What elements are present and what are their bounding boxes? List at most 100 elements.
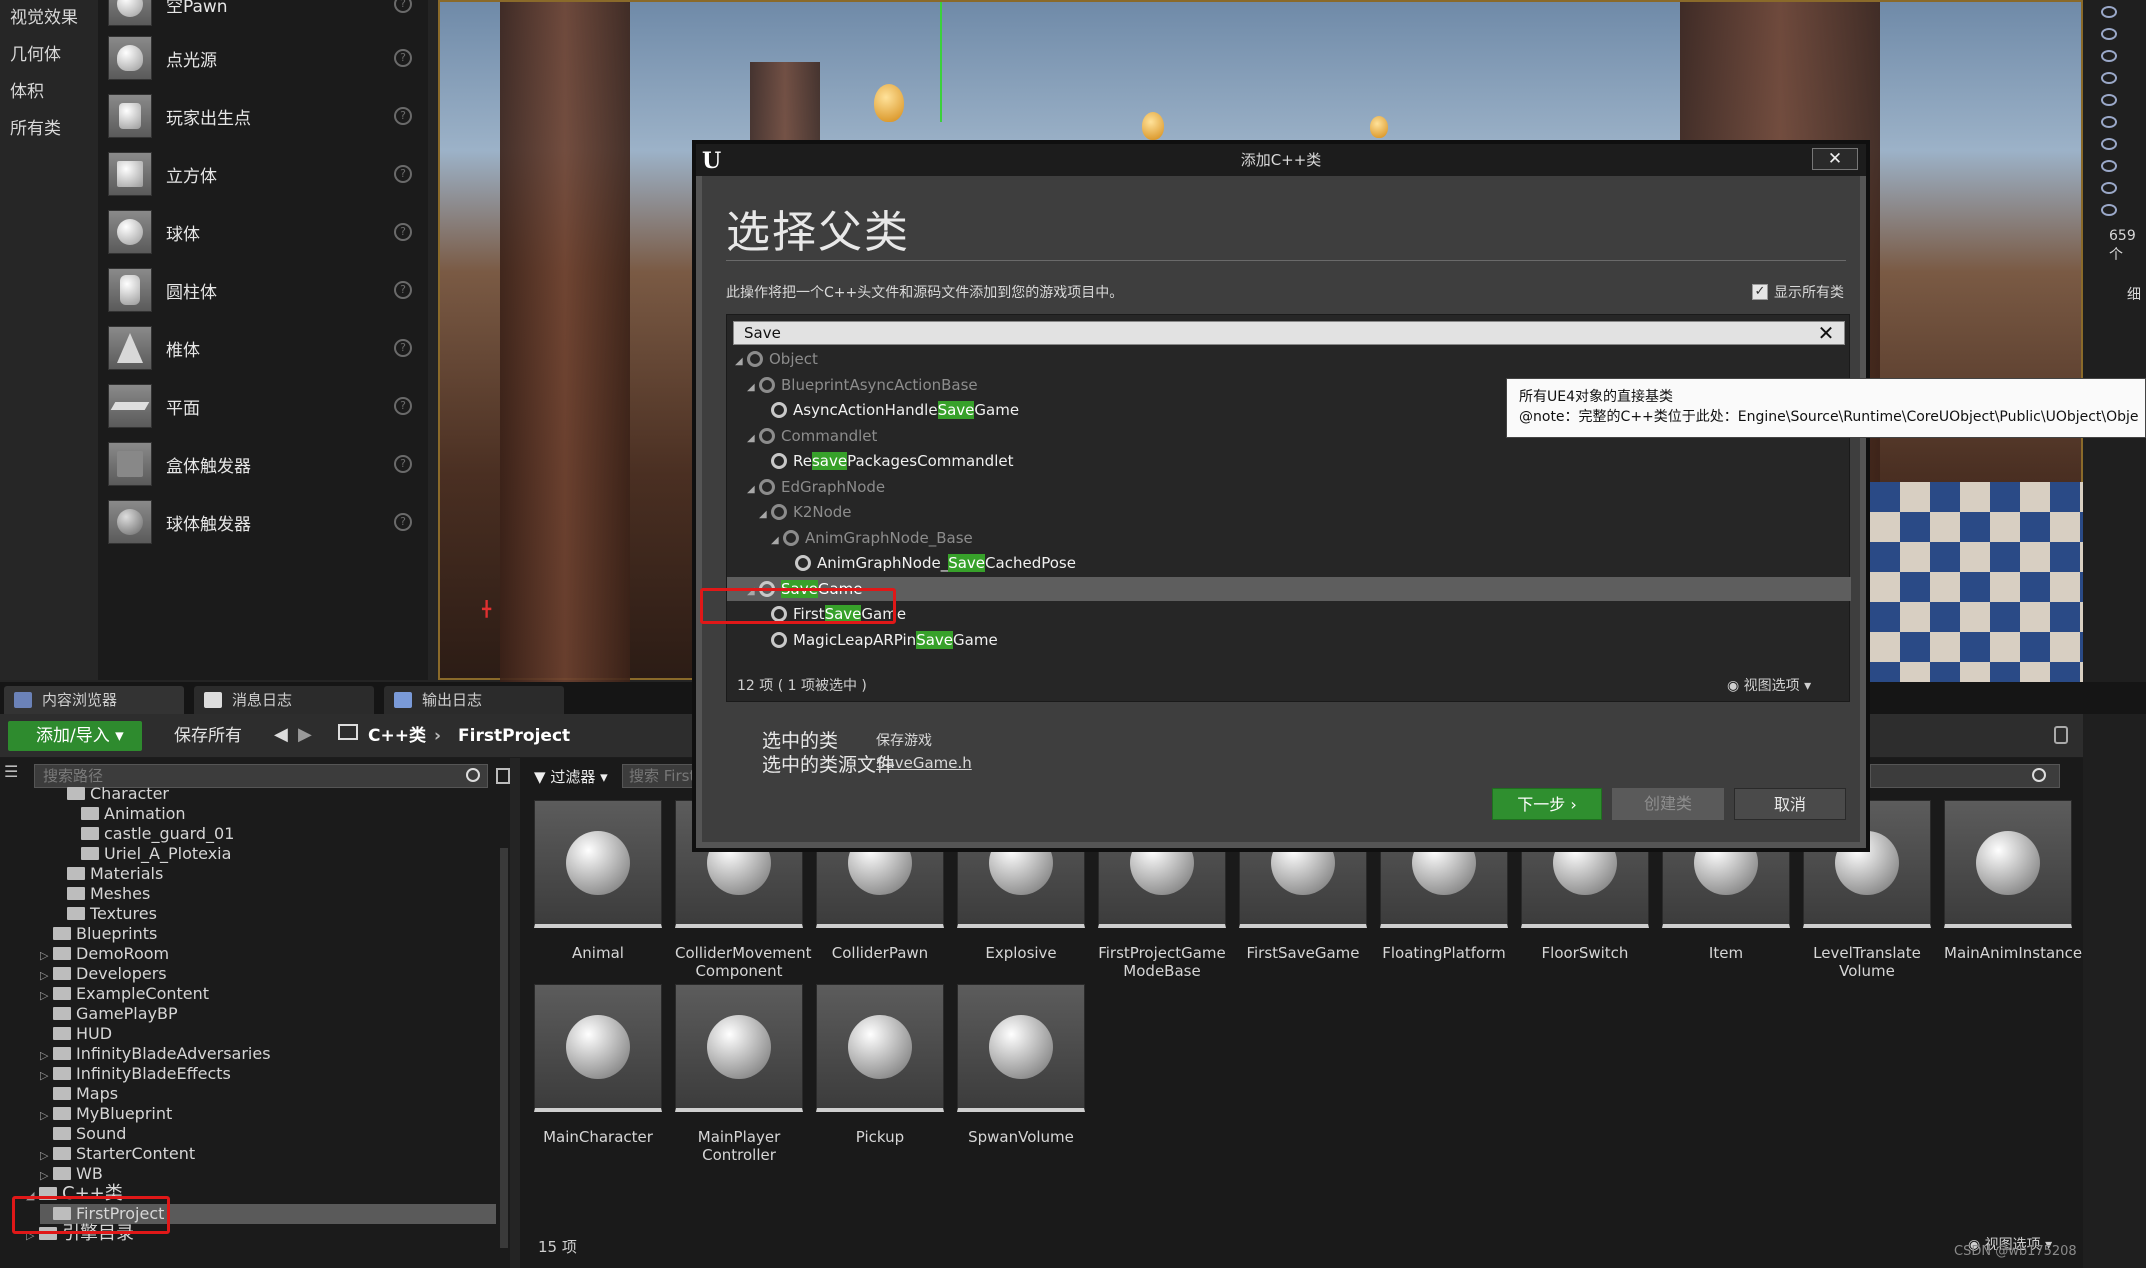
place-item-plane[interactable]: 平面? bbox=[108, 380, 426, 432]
filter-button[interactable]: ▼ 过滤器 ▾ bbox=[534, 766, 608, 787]
help-icon[interactable]: ? bbox=[394, 107, 412, 125]
class-row[interactable]: ResavePackagesCommandlet bbox=[727, 449, 1851, 473]
asset-tile[interactable]: Pickup bbox=[816, 984, 944, 1146]
tab-output-log[interactable]: 输出日志 bbox=[384, 686, 564, 714]
place-item-box-trigger[interactable]: 盒体触发器? bbox=[108, 438, 426, 490]
help-icon[interactable]: ? bbox=[394, 49, 412, 67]
expand-arrow-icon[interactable]: ▷ bbox=[40, 1166, 50, 1186]
tree-item[interactable]: ▷ StarterContent bbox=[40, 1144, 195, 1164]
class-row[interactable]: AnimGraphNode_SaveCachedPose bbox=[727, 551, 1851, 575]
tree-item[interactable]: Blueprints bbox=[40, 924, 157, 944]
place-item-cube[interactable]: 立方体? bbox=[108, 148, 426, 200]
class-radio-icon[interactable] bbox=[759, 427, 775, 444]
category-visual[interactable]: 视觉效果 bbox=[0, 0, 98, 37]
visibility-eye-icon[interactable] bbox=[2101, 116, 2117, 128]
place-item-sphere-trigger[interactable]: 球体触发器? bbox=[108, 496, 426, 548]
help-icon[interactable]: ? bbox=[394, 455, 412, 473]
tree-item[interactable]: Textures bbox=[54, 904, 157, 924]
place-item-cylinder[interactable]: 圆柱体? bbox=[108, 264, 426, 316]
visibility-eye-icon[interactable] bbox=[2101, 160, 2117, 172]
asset-tile[interactable]: Animal bbox=[534, 800, 662, 962]
help-icon[interactable]: ? bbox=[394, 223, 412, 241]
tree-item[interactable]: Meshes bbox=[54, 884, 150, 904]
expand-arrow-icon[interactable]: ◢ bbox=[735, 350, 747, 374]
expand-arrow-icon[interactable]: ▷ bbox=[40, 1046, 50, 1066]
class-radio-icon[interactable] bbox=[783, 529, 799, 546]
visibility-eye-icon[interactable] bbox=[2101, 138, 2117, 150]
asset-tile[interactable]: MainCharacter bbox=[534, 984, 662, 1146]
class-radio-icon[interactable] bbox=[795, 555, 811, 571]
selected-source-link[interactable]: SaveGame.h bbox=[876, 754, 972, 772]
tree-item[interactable]: ▷ MyBlueprint bbox=[40, 1104, 172, 1124]
expand-arrow-icon[interactable]: ◢ bbox=[747, 427, 759, 451]
expand-arrow-icon[interactable]: ▷ bbox=[40, 986, 50, 1006]
expand-arrow-icon[interactable]: ▷ bbox=[40, 966, 50, 986]
save-all-button[interactable]: 保存所有 bbox=[152, 721, 242, 751]
expand-arrow-icon[interactable]: ◢ bbox=[747, 376, 759, 400]
class-radio-icon[interactable] bbox=[759, 478, 775, 495]
class-radio-icon[interactable] bbox=[771, 504, 787, 520]
category-volume[interactable]: 体积 bbox=[0, 74, 98, 111]
place-item-cone[interactable]: 椎体? bbox=[108, 322, 426, 374]
visibility-eye-icon[interactable] bbox=[2101, 28, 2117, 40]
tree-scrollbar[interactable] bbox=[500, 848, 508, 1248]
class-search-input[interactable]: Save ✕ bbox=[733, 321, 1845, 345]
point-light-icon[interactable] bbox=[1142, 112, 1164, 140]
tree-toggle-icon[interactable]: ☰ bbox=[4, 762, 26, 784]
class-radio-icon[interactable] bbox=[771, 453, 787, 469]
tree-item[interactable]: Uriel_A_Plotexia bbox=[68, 844, 231, 864]
expand-arrow-icon[interactable]: ▷ bbox=[40, 1066, 50, 1086]
next-button[interactable]: 下一步 › bbox=[1492, 788, 1602, 820]
tree-item[interactable]: ▷ DemoRoom bbox=[40, 944, 169, 964]
tree-item[interactable]: Maps bbox=[40, 1084, 118, 1104]
breadcrumb-cpp-classes[interactable]: C++类 bbox=[368, 721, 426, 751]
tree-item[interactable]: Sound bbox=[40, 1124, 126, 1144]
point-light-icon[interactable] bbox=[1370, 116, 1388, 138]
class-radio-icon[interactable] bbox=[747, 351, 763, 367]
tree-item[interactable]: GamePlayBP bbox=[40, 1004, 178, 1024]
class-row[interactable]: ◢ K2Node bbox=[727, 500, 1851, 524]
asset-search-input[interactable]: 搜索 FirstProject bbox=[622, 764, 702, 788]
clear-search-icon[interactable]: ✕ bbox=[1816, 322, 1836, 344]
point-light-icon[interactable] bbox=[874, 84, 904, 122]
asset-tile[interactable]: MainPlayer Controller bbox=[675, 984, 803, 1164]
visibility-eye-icon[interactable] bbox=[2101, 72, 2117, 84]
class-radio-icon[interactable] bbox=[771, 631, 787, 648]
visibility-eye-icon[interactable] bbox=[2101, 94, 2117, 106]
asset-tile[interactable]: MainAnimInstance bbox=[1944, 800, 2082, 962]
tree-item[interactable]: castle_guard_01 bbox=[68, 824, 234, 844]
expand-arrow-icon[interactable]: ◢ bbox=[747, 478, 759, 502]
tree-item[interactable]: ▷ InfinityBladeAdversaries bbox=[40, 1044, 271, 1064]
class-row[interactable]: ◢ EdGraphNode bbox=[727, 475, 1851, 499]
visibility-eye-icon[interactable] bbox=[2101, 182, 2117, 194]
breadcrumb-first-project[interactable]: FirstProject bbox=[458, 721, 570, 751]
expand-arrow-icon[interactable]: ◢ bbox=[759, 503, 771, 527]
class-row[interactable]: ◢ Object bbox=[727, 347, 1851, 371]
tree-item[interactable]: Animation bbox=[68, 804, 186, 824]
class-view-options-button[interactable]: ◉ 视图选项 ▾ bbox=[1727, 675, 1811, 695]
help-icon[interactable]: ? bbox=[394, 165, 412, 183]
category-geometry[interactable]: 几何体 bbox=[0, 37, 98, 74]
cancel-button[interactable]: 取消 bbox=[1734, 788, 1846, 820]
dialog-close-button[interactable]: ✕ bbox=[1812, 148, 1858, 170]
back-arrow-icon[interactable]: ◀ bbox=[274, 724, 288, 745]
forward-arrow-icon[interactable]: ▶ bbox=[298, 724, 312, 745]
expand-arrow-icon[interactable]: ◢ bbox=[771, 529, 783, 553]
show-all-classes-checkbox[interactable]: ✓ 显示所有类 bbox=[1752, 282, 1844, 302]
expand-arrow-icon[interactable]: ▷ bbox=[40, 1146, 50, 1166]
class-row[interactable]: ◢ AnimGraphNode_Base bbox=[727, 526, 1851, 550]
asset-tile[interactable]: SpwanVolume bbox=[957, 984, 1085, 1146]
visibility-eye-icon[interactable] bbox=[2101, 204, 2117, 216]
place-item-sphere[interactable]: 球体? bbox=[108, 206, 426, 258]
help-icon[interactable]: ? bbox=[394, 339, 412, 357]
category-all-classes[interactable]: 所有类 bbox=[0, 111, 98, 148]
visibility-eye-icon[interactable] bbox=[2101, 50, 2117, 62]
expand-arrow-icon[interactable]: ▷ bbox=[40, 1106, 50, 1126]
tree-item[interactable]: ▷ ExampleContent bbox=[40, 984, 209, 1004]
tab-content-browser[interactable]: 内容浏览器 bbox=[4, 686, 184, 714]
place-item-player-start[interactable]: 玩家出生点? bbox=[108, 90, 426, 142]
class-radio-icon[interactable] bbox=[771, 402, 787, 418]
visibility-eye-icon[interactable] bbox=[2101, 6, 2117, 18]
expand-arrow-icon[interactable]: ▷ bbox=[40, 946, 50, 966]
help-icon[interactable]: ? bbox=[394, 0, 412, 13]
